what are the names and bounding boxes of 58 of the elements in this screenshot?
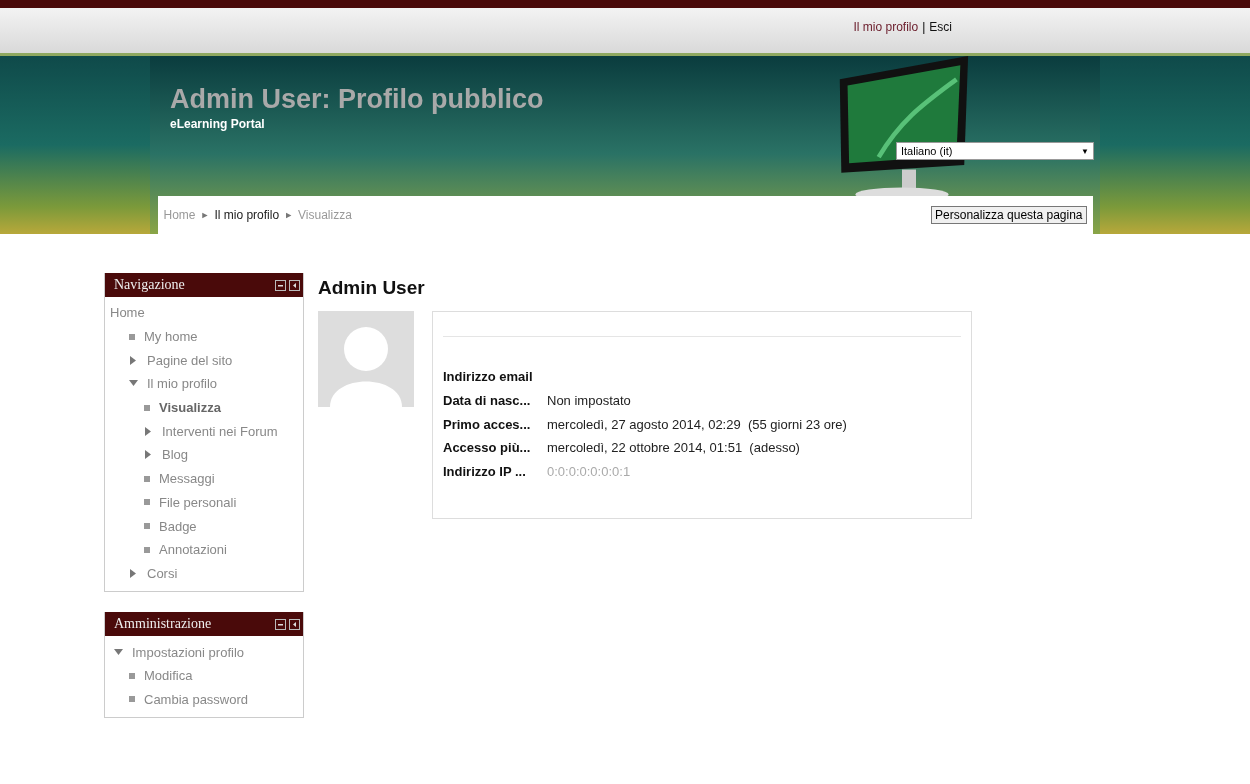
bullet-icon [144, 546, 150, 553]
field-value: mercoledì, 22 ottobre 2014, 01:51 (adesso) [547, 440, 800, 456]
bullet-icon [144, 404, 150, 411]
breadcrumb-separator: ► [200, 210, 210, 220]
link-separator: | [922, 20, 926, 36]
page-title: Admin User: Profilo pubblico [170, 84, 545, 115]
nav-item[interactable]: Corsi [147, 565, 178, 581]
breadcrumb-separator: ► [284, 210, 294, 220]
profile-link[interactable]: Il mio profilo [853, 20, 919, 53]
minimize-icon[interactable] [275, 279, 286, 291]
bullet-icon [144, 523, 150, 530]
nav-item[interactable]: Badge [159, 518, 197, 534]
field-label: Indirizzo email [443, 369, 534, 385]
caret-icon: ▼ [1081, 146, 1089, 156]
bullet-icon [129, 333, 135, 340]
nav-item[interactable]: Interventi nei Forum [162, 423, 278, 439]
nav-item[interactable]: Il mio profilo [147, 376, 218, 392]
block-title: Navigazione [114, 277, 185, 293]
bullet-icon [144, 499, 150, 506]
block-title: Amministrazione [114, 616, 212, 633]
nav-item[interactable]: Home [110, 305, 145, 321]
nav-item[interactable]: Blog [162, 447, 189, 463]
expanded-arrow-icon[interactable] [114, 647, 123, 657]
collapsed-arrow-icon[interactable] [144, 426, 153, 436]
breadcrumb-link[interactable]: Visualizza [298, 208, 352, 222]
field-value: mercoledì, 27 agosto 2014, 02:29 (55 giorni 23 ore) [547, 416, 847, 432]
nav-item[interactable]: Annotazioni [159, 542, 227, 558]
nav-item[interactable]: Visualizza [159, 400, 221, 416]
breadcrumb-link[interactable]: Home [163, 208, 196, 222]
nav-item[interactable]: My home [144, 329, 198, 345]
collapsed-arrow-icon[interactable] [129, 355, 138, 365]
nav-item[interactable]: Impostazioni profilo [132, 644, 244, 660]
nav-item[interactable]: Pagine del sito [147, 352, 233, 368]
nav-item[interactable]: Modifica [144, 668, 193, 684]
nav-item[interactable]: File personali [159, 494, 237, 510]
customize-page-button[interactable]: Personalizza questa pagina [931, 206, 1087, 224]
field-label: Accesso più... [443, 440, 532, 456]
breadcrumb-link[interactable]: Il mio profilo [214, 208, 280, 222]
nav-item[interactable]: Messaggi [159, 471, 215, 487]
user-name: Admin User [318, 277, 426, 299]
expanded-arrow-icon[interactable] [129, 379, 138, 389]
dock-icon[interactable] [289, 618, 300, 630]
field-value: Non impostato [547, 393, 631, 409]
language-select[interactable]: Italiano (it) ▼ [896, 142, 1094, 160]
collapsed-arrow-icon[interactable] [129, 568, 138, 578]
site-name: eLearning Portal [170, 117, 266, 131]
field-label: Indirizzo IP ... [443, 464, 527, 480]
bullet-icon [129, 672, 135, 679]
bullet-icon [129, 696, 135, 703]
logout-link[interactable]: Esci [929, 20, 952, 53]
nav-item[interactable]: Cambia password [144, 691, 249, 707]
collapsed-arrow-icon[interactable] [144, 450, 153, 460]
field-label: Data di nasc... [443, 393, 532, 409]
minimize-icon[interactable] [275, 618, 286, 630]
dock-icon[interactable] [289, 279, 300, 291]
ip-address-link[interactable]: 0:0:0:0:0:0:0:1 [547, 464, 631, 480]
bullet-icon [144, 475, 150, 482]
field-label: Primo acces... [443, 416, 532, 432]
